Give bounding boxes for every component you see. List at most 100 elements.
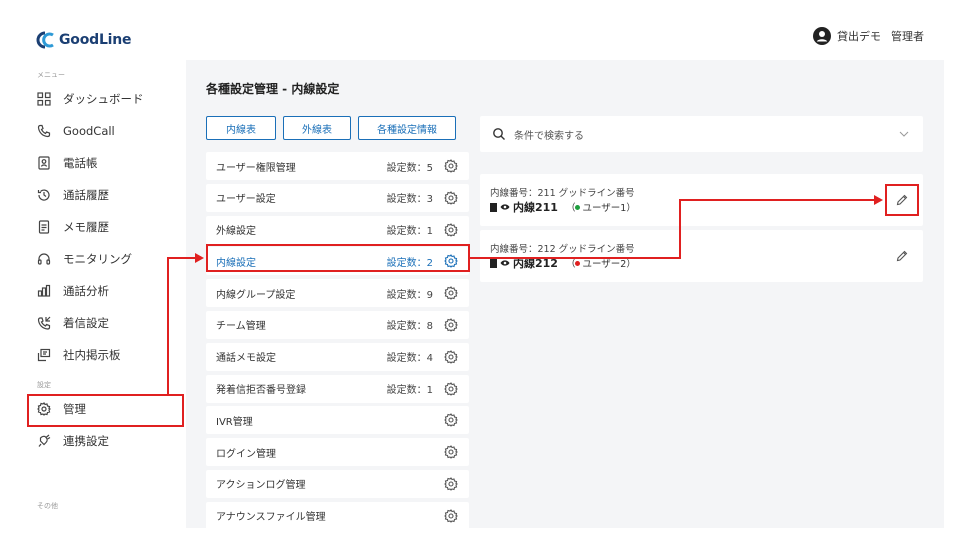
sidebar-item-call-history[interactable]: 通話履歴 xyxy=(37,183,109,207)
settings-row-count: 設定数：9 xyxy=(386,289,433,301)
settings-panel: 各種設定管理 - 内線設定 内線表 外線表 各種設定情報 ユーザー権限管理設定数… xyxy=(186,60,944,530)
gear-icon[interactable] xyxy=(444,254,458,269)
extension-info: 内線番号：212 グッドライン番号 xyxy=(490,244,635,255)
app-root: GoodLine 貸出デモ 管理者 メニュー ダッシュボード GoodCall … xyxy=(0,0,960,540)
settings-row[interactable]: チーム管理 設定数：8 xyxy=(206,310,469,339)
sidebar-item-incoming-settings[interactable]: 着信設定 xyxy=(37,311,109,335)
search-box[interactable]: 条件で検索する xyxy=(480,116,923,152)
gear-icon[interactable] xyxy=(444,159,458,173)
extension-card[interactable]: 内線番号：212 グッドライン番号 内線212 （ユーザー2） xyxy=(480,230,923,282)
user-avatar-icon xyxy=(813,27,831,45)
headset-icon xyxy=(37,252,51,266)
user-menu[interactable]: 貸出デモ 管理者 xyxy=(813,27,924,45)
extension-card[interactable]: 内線番号：211 グッドライン番号 内線211 （ユーザー1） xyxy=(480,174,923,226)
chevron-down-icon[interactable] xyxy=(899,129,909,139)
gear-icon[interactable] xyxy=(444,413,458,428)
gear-icon[interactable] xyxy=(444,222,458,237)
status-user: ユーザー1 xyxy=(582,203,627,214)
sidebar-item-bulletin-board[interactable]: 社内掲示板 xyxy=(37,343,121,367)
sidebar-item-label: 通話分析 xyxy=(63,284,109,298)
bookmark-icon xyxy=(490,202,497,212)
settings-row-count: 設定数：3 xyxy=(386,194,433,206)
sidebar: メニュー ダッシュボード GoodCall 電話帳 通話履歴 メモ履歴 モニタリ… xyxy=(0,60,186,540)
section-label-other: その他 xyxy=(37,502,58,510)
settings-row[interactable]: 通話メモ設定 設定数：4 xyxy=(206,342,469,371)
sidebar-item-monitoring[interactable]: モニタリング xyxy=(37,247,132,271)
incoming-call-icon xyxy=(37,316,51,330)
brand-logo[interactable]: GoodLine xyxy=(34,28,132,52)
settings-row[interactable]: 発着信拒否番号登録 設定数：1 xyxy=(206,374,469,403)
eye-icon xyxy=(500,260,510,266)
sidebar-item-phonebook[interactable]: 電話帳 xyxy=(37,151,98,175)
settings-row-name: ユーザー権限管理 xyxy=(216,162,296,174)
history-icon xyxy=(37,188,51,202)
settings-row-count: 設定数：4 xyxy=(386,353,433,365)
sidebar-item-integration[interactable]: 連携設定 xyxy=(37,429,109,453)
settings-row-count: 設定数：2 xyxy=(386,257,433,269)
plug-icon xyxy=(37,434,51,448)
gear-icon xyxy=(37,402,51,416)
extension-info: 内線番号：211 グッドライン番号 xyxy=(490,188,635,199)
sidebar-item-label: 着信設定 xyxy=(63,316,109,330)
page-title: 各種設定管理 - 内線設定 xyxy=(206,82,340,96)
settings-row-name: 内線設定 xyxy=(216,257,256,269)
sidebar-item-label: 通話履歴 xyxy=(63,188,109,202)
dashboard-icon xyxy=(37,92,51,106)
sidebar-item-memo-history[interactable]: メモ履歴 xyxy=(37,215,109,239)
settings-row[interactable]: アクションログ管理 xyxy=(206,469,469,498)
settings-row[interactable]: ユーザー権限管理 設定数：5 xyxy=(206,152,469,180)
settings-row-name: 外線設定 xyxy=(216,226,256,238)
sidebar-item-call-analysis[interactable]: 通話分析 xyxy=(37,279,109,303)
sidebar-item-label: 連携設定 xyxy=(63,434,109,448)
eye-icon xyxy=(500,204,510,210)
section-label-menu: メニュー xyxy=(37,71,65,79)
sidebar-item-label: 管理 xyxy=(63,402,86,416)
search-placeholder: 条件で検索する xyxy=(514,130,584,142)
settings-list: ユーザー権限管理 設定数：5 ユーザー設定 設定数：3 外線設定 設定数：1 内線設定 設定数… xyxy=(206,152,469,534)
extension-status: （ユーザー1） xyxy=(566,200,636,214)
gear-icon[interactable] xyxy=(444,286,458,300)
edit-pencil-icon[interactable] xyxy=(895,193,909,207)
memo-icon xyxy=(37,220,51,234)
gear-icon[interactable] xyxy=(444,190,458,205)
settings-row[interactable]: アナウンスファイル管理 xyxy=(206,501,469,530)
settings-row[interactable]: 内線グループ設定 設定数：9 xyxy=(206,279,469,308)
settings-row-name: 通話メモ設定 xyxy=(216,353,276,365)
sidebar-item-management[interactable]: 管理 xyxy=(37,397,86,421)
sidebar-item-dashboard[interactable]: ダッシュボード xyxy=(37,87,144,111)
view-tabs: 内線表 外線表 各種設定情報 xyxy=(206,116,463,140)
gear-icon[interactable] xyxy=(444,477,458,491)
section-label-settings: 設定 xyxy=(37,381,51,389)
sidebar-item-goodcall[interactable]: GoodCall xyxy=(37,119,115,143)
sidebar-item-label: GoodCall xyxy=(63,124,115,138)
bookmark-icon xyxy=(490,258,497,268)
settings-row[interactable]: IVR管理 xyxy=(206,406,469,435)
user-role: 管理者 xyxy=(891,30,924,43)
tab-external-line-table[interactable]: 外線表 xyxy=(283,116,351,140)
gear-icon[interactable] xyxy=(444,508,458,523)
settings-row-name: ログイン管理 xyxy=(216,448,276,460)
settings-row-count: 設定数：5 xyxy=(386,162,433,174)
extension-name: 内線211 xyxy=(513,201,558,214)
tab-extension-table[interactable]: 内線表 xyxy=(206,116,276,140)
phone-icon xyxy=(37,124,51,138)
settings-row[interactable]: 外線設定 設定数：1 xyxy=(206,215,469,244)
settings-row[interactable]: 内線設定 設定数：2 xyxy=(206,247,469,276)
settings-row[interactable]: ユーザー設定 設定数：3 xyxy=(206,183,469,212)
sidebar-item-label: 社内掲示板 xyxy=(63,348,121,362)
settings-row-name: ユーザー設定 xyxy=(216,194,276,206)
settings-row-name: アナウンスファイル管理 xyxy=(216,512,326,524)
edit-pencil-icon[interactable] xyxy=(895,249,909,263)
sidebar-item-label: モニタリング xyxy=(63,252,132,266)
gear-icon[interactable] xyxy=(444,349,458,364)
gear-icon[interactable] xyxy=(444,381,458,396)
user-name: 貸出デモ xyxy=(837,30,881,43)
settings-row-name: アクションログ管理 xyxy=(216,480,306,492)
settings-row-count: 設定数：1 xyxy=(386,385,433,397)
board-icon xyxy=(37,348,51,362)
phonebook-icon xyxy=(37,156,51,170)
tab-settings-info[interactable]: 各種設定情報 xyxy=(358,116,456,140)
gear-icon[interactable] xyxy=(444,318,458,332)
settings-row[interactable]: ログイン管理 xyxy=(206,438,469,467)
gear-icon[interactable] xyxy=(444,445,458,459)
